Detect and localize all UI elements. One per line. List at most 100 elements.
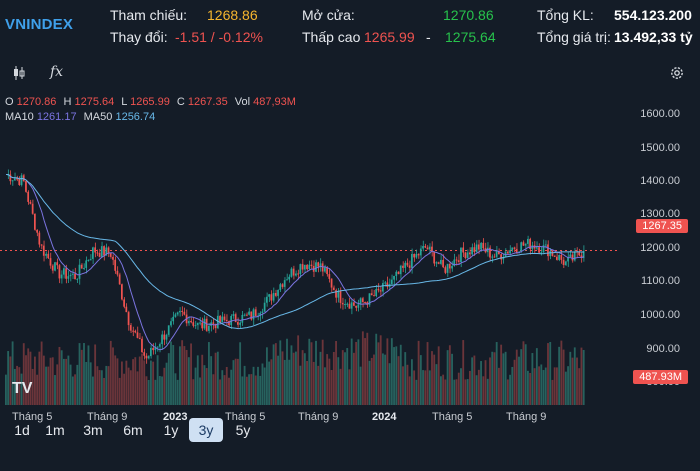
candlestick-icon[interactable] <box>12 65 26 84</box>
candle-body <box>448 263 451 269</box>
candle-body <box>254 309 257 316</box>
candle-body <box>569 254 572 257</box>
volume-bar <box>210 356 213 405</box>
volume-bar <box>89 362 92 405</box>
candle-body <box>355 305 357 308</box>
candle-body <box>417 254 420 256</box>
volume-bar <box>509 374 511 405</box>
volume-bar <box>511 366 514 405</box>
candle-body <box>16 178 18 180</box>
volume-bar <box>179 346 181 405</box>
volume-bar <box>248 374 250 405</box>
candle-body <box>136 332 139 338</box>
candle-body <box>49 258 52 266</box>
volume-bar <box>51 357 54 405</box>
volume-bar <box>513 359 516 405</box>
candle-body <box>538 247 540 253</box>
volume-bar <box>531 353 534 405</box>
volume-bar <box>442 374 445 405</box>
candle-body <box>89 258 92 260</box>
gear-icon[interactable] <box>669 65 685 84</box>
volume-bar <box>406 364 409 405</box>
range-button-1m[interactable]: 1m <box>38 418 72 442</box>
candle-body <box>415 254 418 258</box>
candle-body <box>433 251 436 264</box>
candle-body <box>361 298 364 302</box>
range-button-3y[interactable]: 3y <box>189 418 223 442</box>
candle-body <box>286 279 288 281</box>
candle-body <box>266 296 268 303</box>
candle-body <box>451 265 453 269</box>
candle-body <box>40 244 43 246</box>
volume-bar <box>475 375 478 405</box>
volume-bar <box>321 339 324 405</box>
volume-bar <box>252 366 255 405</box>
candle-body <box>544 244 547 246</box>
candle-body <box>25 181 27 192</box>
ma50-value: 1256.74 <box>115 111 156 123</box>
volume-bar <box>270 359 273 405</box>
open-legend-label: O <box>5 96 14 108</box>
candle-body <box>60 274 63 279</box>
volume-bar <box>76 364 79 405</box>
volume-bar <box>263 367 266 405</box>
range-button-1d[interactable]: 1d <box>5 418 39 442</box>
volume-bar <box>143 360 146 405</box>
candle-body <box>509 250 511 254</box>
candle-body <box>98 252 101 257</box>
range-button-5y[interactable]: 5y <box>226 418 260 442</box>
reference-label: Tham chiếu: <box>110 7 188 23</box>
candle-body <box>69 274 72 277</box>
candle-body <box>219 315 221 323</box>
volume-bar <box>437 346 440 405</box>
volume-bar <box>344 352 346 405</box>
volume-bar <box>228 377 230 405</box>
volume-bar <box>424 370 427 405</box>
volume-bar <box>83 343 85 405</box>
candle-body <box>564 261 567 265</box>
volume-tag: 487.93M <box>633 370 688 384</box>
candle-body <box>328 274 331 279</box>
candle-body <box>442 259 444 268</box>
volume-bar <box>185 349 188 405</box>
range-button-1y[interactable]: 1y <box>154 418 188 442</box>
volume-bar <box>295 351 297 405</box>
candle-body <box>375 288 378 297</box>
volume-bar <box>384 354 387 405</box>
candle-body <box>306 264 308 270</box>
volume-bar <box>348 369 351 405</box>
candle-body <box>522 242 525 246</box>
volume-bar <box>368 360 371 405</box>
candle-body <box>176 312 179 315</box>
candle-body <box>58 265 61 279</box>
volume-bar <box>477 369 480 405</box>
price-chart[interactable] <box>0 125 620 405</box>
candle-body <box>152 347 154 351</box>
volume-bar <box>152 361 155 405</box>
candle-body <box>535 247 538 249</box>
candle-body <box>203 318 206 329</box>
candle-body <box>440 259 442 264</box>
candle-body <box>292 268 295 276</box>
volume-bar <box>469 370 471 405</box>
volume-bar <box>482 376 485 405</box>
volume-bar <box>94 344 97 405</box>
range-button-6m[interactable]: 6m <box>116 418 150 442</box>
candle-body <box>196 322 199 326</box>
low-legend-label: L <box>121 96 128 108</box>
candle-body <box>435 262 438 264</box>
volume-bar <box>440 376 442 405</box>
volume-bar <box>221 370 224 405</box>
candle-body <box>404 262 407 268</box>
volume-bar <box>453 379 456 405</box>
candle-body <box>310 264 313 266</box>
volume-bar <box>225 366 228 405</box>
indicators-icon[interactable]: fx <box>50 64 63 80</box>
volume-bar <box>65 358 68 405</box>
candle-body <box>551 250 554 256</box>
range-button-3m[interactable]: 3m <box>76 418 110 442</box>
candle-body <box>103 246 105 256</box>
candle-body <box>437 262 440 264</box>
candle-body <box>466 252 469 258</box>
lowhigh-label: Thấp cao <box>302 29 361 45</box>
